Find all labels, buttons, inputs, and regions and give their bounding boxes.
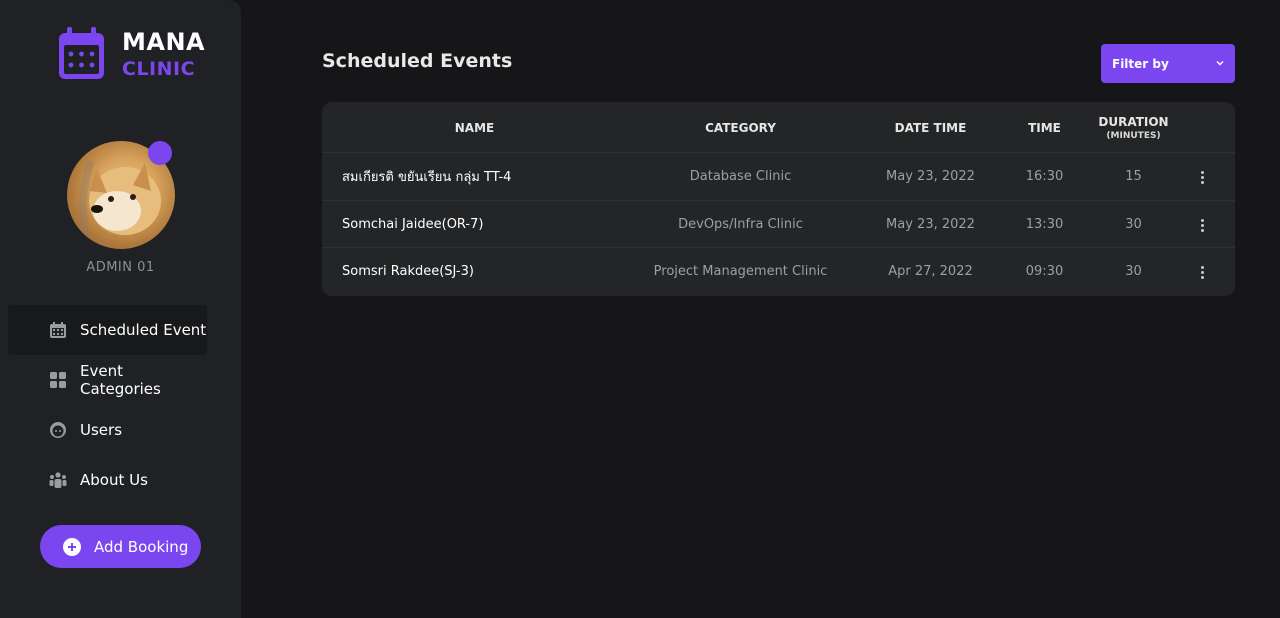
cell-duration: 30 <box>1125 264 1142 279</box>
nav-label: Users <box>80 421 123 439</box>
header-duration-unit: (MINUTES) <box>1106 130 1161 141</box>
cell-duration: 15 <box>1125 169 1142 184</box>
brand-subname: CLINIC <box>122 57 196 80</box>
nav-label: Event Categories <box>80 362 161 398</box>
nav-item-about-us[interactable]: About Us <box>8 455 207 505</box>
table-row[interactable]: สมเกียรติ ขยันเรียน กลุ่ม TT-4 Database … <box>322 153 1235 201</box>
cell-name: Somchai Jaidee(OR-7) <box>342 216 484 232</box>
nav-item-users[interactable]: Users <box>8 405 207 455</box>
cell-name: Somsri Rakdee(SJ-3) <box>342 264 474 279</box>
row-menu-icon[interactable] <box>1195 264 1209 280</box>
filter-label: Filter by <box>1112 56 1169 71</box>
add-booking-button[interactable]: Add Booking <box>40 525 201 568</box>
header-category[interactable]: CATEGORY <box>627 102 854 153</box>
page-title: Scheduled Events <box>322 50 513 72</box>
events-table: NAME CATEGORY DATE TIME TIME DURATION (M… <box>322 102 1235 296</box>
cell-date: Apr 27, 2022 <box>888 264 973 279</box>
user-name: ADMIN 01 <box>86 260 155 275</box>
add-booking-label: Add Booking <box>94 537 189 556</box>
header-time[interactable]: TIME <box>1007 102 1082 153</box>
table-row[interactable]: Somsri Rakdee(SJ-3) Project Management C… <box>322 248 1235 296</box>
cell-date: May 23, 2022 <box>886 169 975 184</box>
chevron-down-icon <box>1216 60 1224 66</box>
table-header: NAME CATEGORY DATE TIME TIME DURATION (M… <box>322 102 1235 153</box>
group-icon <box>49 472 67 488</box>
plus-circle-icon <box>63 537 81 556</box>
nav-label: Scheduled Event <box>80 321 207 339</box>
header-datetime[interactable]: DATE TIME <box>854 102 1007 153</box>
header-name[interactable]: NAME <box>322 102 627 153</box>
brand-text: MANA CLINIC <box>122 30 205 79</box>
user-avatar-wrap[interactable] <box>67 141 175 249</box>
row-menu-icon[interactable] <box>1195 169 1209 185</box>
cell-date: May 23, 2022 <box>886 216 975 232</box>
filter-dropdown[interactable]: Filter by <box>1101 44 1235 83</box>
cell-name: สมเกียรติ ขยันเรียน กลุ่ม TT-4 <box>342 170 512 185</box>
grid-icon <box>50 372 66 388</box>
row-menu-icon[interactable] <box>1195 217 1209 233</box>
cell-time: 16:30 <box>1025 169 1064 184</box>
app-root: MANA CLINIC ADMIN 01 Scheduled Event Eve… <box>0 0 1280 618</box>
user-face-icon <box>50 422 66 438</box>
cell-duration: 30 <box>1125 216 1142 232</box>
header-duration[interactable]: DURATION (MINUTES) <box>1082 102 1185 153</box>
nav-label: About Us <box>80 471 148 489</box>
calendar-logo-icon <box>59 27 104 79</box>
header-duration-label: DURATION <box>1098 114 1169 129</box>
cell-category: Database Clinic <box>689 169 792 184</box>
nav-item-event-categories[interactable]: Event Categories <box>8 355 207 405</box>
nav-item-scheduled-event[interactable]: Scheduled Event <box>8 305 207 355</box>
cell-time: 09:30 <box>1025 264 1064 279</box>
cell-category: DevOps/Infra Clinic <box>678 216 803 232</box>
sidebar-nav: Scheduled Event Event Categories Users A… <box>8 305 207 505</box>
online-status-dot <box>148 141 172 165</box>
cell-category: Project Management Clinic <box>653 264 828 279</box>
brand-name: MANA <box>122 27 206 56</box>
sidebar: MANA CLINIC ADMIN 01 Scheduled Event Eve… <box>0 0 241 618</box>
table-row[interactable]: Somchai Jaidee(OR-7) DevOps/Infra Clinic… <box>322 201 1235 248</box>
calendar-icon <box>50 322 66 338</box>
cell-time: 13:30 <box>1025 216 1064 232</box>
brand-logo[interactable]: MANA CLINIC <box>56 26 205 82</box>
